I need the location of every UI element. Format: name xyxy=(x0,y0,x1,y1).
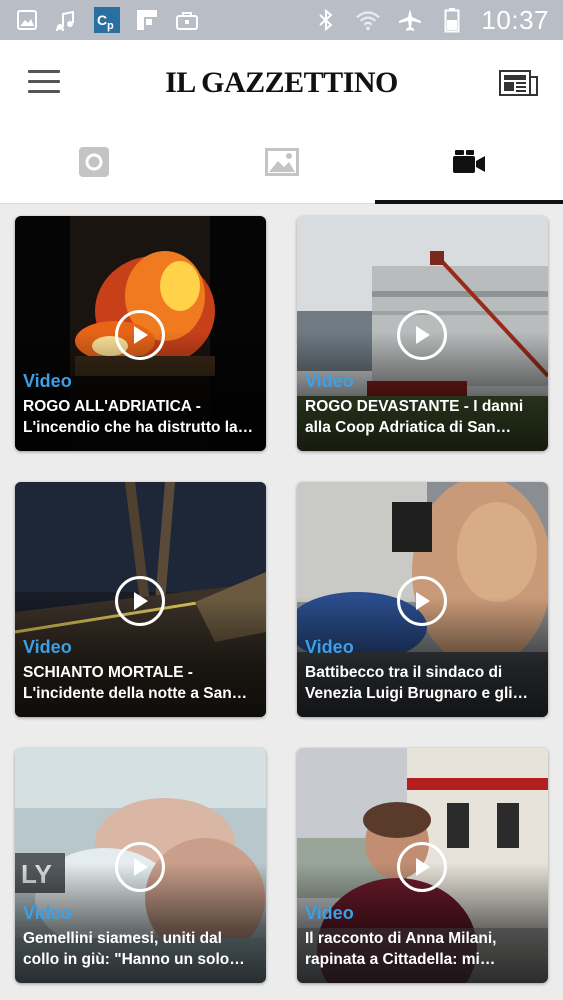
music-notification-icon xyxy=(54,7,80,33)
video-card[interactable]: Video Il racconto di Anna Milani, rapina… xyxy=(297,748,548,983)
video-title: ROGO DEVASTANTE - I danni alla Coop Adri… xyxy=(305,398,524,436)
briefcase-icon xyxy=(174,7,200,33)
video-card[interactable]: Video Battibecco tra il sindaco di Venez… xyxy=(297,482,548,717)
video-badge: Video xyxy=(23,903,72,923)
media-tabs xyxy=(0,126,563,204)
video-badge: Video xyxy=(23,371,72,391)
airplane-mode-icon xyxy=(397,7,423,33)
flipboard-icon xyxy=(134,7,160,33)
app-bar: IL GAZZETTINO xyxy=(0,40,563,126)
bluetooth-icon xyxy=(313,7,339,33)
video-badge: Video xyxy=(305,637,354,657)
app-logo: IL GAZZETTINO xyxy=(165,66,398,99)
video-title: Battibecco tra il sindaco di Venezia Lui… xyxy=(305,664,529,702)
video-card[interactable]: Video ROGO DEVASTANTE - I danni alla Coo… xyxy=(297,216,548,451)
play-icon xyxy=(115,842,165,892)
play-icon xyxy=(115,310,165,360)
video-card[interactable]: LY Video Gemellini siamesi, uniti dal co… xyxy=(15,748,266,983)
video-badge: Video xyxy=(305,371,354,391)
tab-gallery[interactable] xyxy=(188,126,376,203)
gallery-notification-icon xyxy=(14,7,40,33)
video-title: Il racconto di Anna Milani, rapinata a C… xyxy=(305,930,497,968)
video-badge: Video xyxy=(305,903,354,923)
video-card[interactable]: Video SCHIANTO MORTALE - L'incidente del… xyxy=(15,482,266,717)
video-title: ROGO ALL'ADRIATICA - L'incendio che ha d… xyxy=(23,398,254,436)
play-icon xyxy=(397,842,447,892)
video-card[interactable]: Video ROGO ALL'ADRIATICA - L'incendio ch… xyxy=(15,216,266,451)
newspaper-icon[interactable] xyxy=(499,68,539,98)
cp-app-icon: Cp xyxy=(94,7,120,33)
wifi-icon xyxy=(355,7,381,33)
video-camera-icon xyxy=(451,149,487,180)
play-icon xyxy=(397,310,447,360)
status-bar: Cp 10:37 xyxy=(0,0,563,40)
clock: 10:37 xyxy=(481,4,549,35)
tab-photo[interactable] xyxy=(0,126,188,203)
video-title: Gemellini siamesi, uniti dal collo in gi… xyxy=(23,930,245,968)
play-icon xyxy=(115,576,165,626)
svg-text:p: p xyxy=(107,20,114,32)
svg-text:C: C xyxy=(97,12,107,28)
battery-icon xyxy=(439,7,465,33)
image-icon xyxy=(264,148,299,181)
video-title: SCHIANTO MORTALE - L'incidente della not… xyxy=(23,664,248,702)
video-badge: Video xyxy=(23,637,72,657)
camera-icon xyxy=(78,147,109,182)
tab-video[interactable] xyxy=(375,126,563,204)
play-icon xyxy=(397,576,447,626)
